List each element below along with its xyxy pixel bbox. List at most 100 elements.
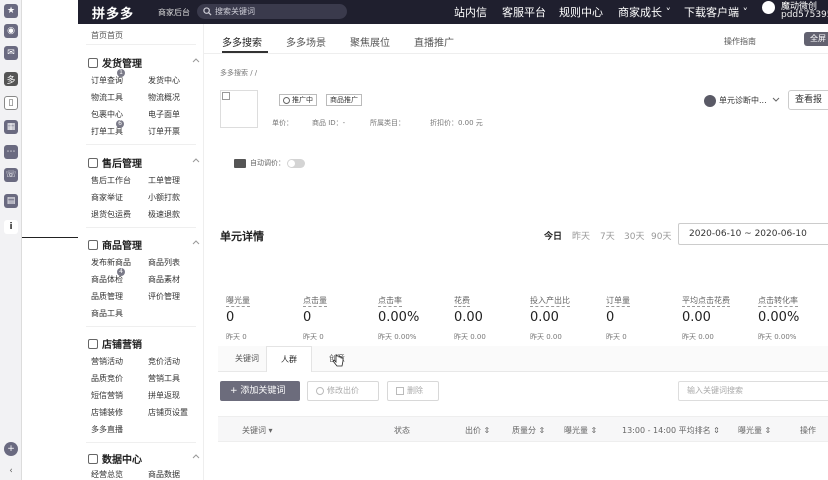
sidebar-item-review-management[interactable]: 评价管理 <box>148 291 180 302</box>
tab-duoduo-search[interactable]: 多多搜索 <box>222 34 262 49</box>
sidebar-item-after-sales-desk[interactable]: 售后工作台 <box>91 175 131 186</box>
nav-messages[interactable]: 站内信 <box>454 4 487 20</box>
section-title: 发货管理 <box>102 59 142 70</box>
delete-button[interactable]: 删除 <box>387 381 439 401</box>
sidebar-section-products[interactable]: 商品管理 <box>88 237 200 252</box>
phone-icon[interactable]: ☏ <box>4 168 18 182</box>
help-guide-link[interactable]: 操作指南 <box>724 36 756 47</box>
range-7-days[interactable]: 7天 <box>600 229 615 242</box>
sidebar-item-logistics-overview[interactable]: 物流概况 <box>148 92 180 103</box>
range-90-days[interactable]: 90天 <box>651 229 671 242</box>
sidebar-item-product-checkup[interactable]: 商品体检 <box>91 274 123 285</box>
sidebar-item-product-data[interactable]: 商品数据 <box>148 469 180 480</box>
sidebar-item-cashback[interactable]: 拼单返现 <box>148 390 180 401</box>
sidebar-item-e-waybill[interactable]: 电子面单 <box>148 109 180 120</box>
badge: 6 <box>116 120 124 128</box>
info-icon[interactable]: i <box>4 220 18 234</box>
subtab-keywords[interactable]: 关键词 <box>222 346 272 372</box>
tab-duoduo-scene[interactable]: 多多场景 <box>286 34 326 49</box>
auto-bid-toggle[interactable] <box>287 159 305 168</box>
metric-previous: 昨天 0.00 <box>454 333 486 341</box>
section-title: 商品管理 <box>102 241 142 252</box>
sidebar-item-sms-marketing[interactable]: 短信营销 <box>91 390 123 401</box>
sidebar-item-small-payment[interactable]: 小额打款 <box>148 192 180 203</box>
column-header[interactable]: 13:00 - 14:00 平均排名 ⇕ <box>622 425 720 436</box>
date-range-picker[interactable]: 2020-06-10 ~ 2020-06-10 <box>678 223 828 245</box>
sidebar-item-new-product[interactable]: 发布新商品 <box>91 257 131 268</box>
metric-previous: 昨天 0 <box>303 333 324 341</box>
subtab-crowd[interactable]: 人群 <box>266 346 312 372</box>
eye-icon[interactable]: ◉ <box>4 24 18 38</box>
sidebar-section-after-sales[interactable]: 售后管理 <box>88 155 200 170</box>
sidebar: 首页首页 发货管理 订单查询 1 发货中心 物流工具 物流概况 包裹中心 电子面… <box>78 24 204 480</box>
nav-download-client[interactable]: 下载客户端 ˅ <box>684 4 748 20</box>
sidebar-item-bidding-events[interactable]: 竞价活动 <box>148 356 180 367</box>
app-icon[interactable]: 多 <box>4 72 18 86</box>
badge: 4 <box>117 268 125 276</box>
document-icon[interactable]: ▯ <box>4 96 18 110</box>
keyword-search-input[interactable]: 输入关键词搜索 <box>678 381 828 401</box>
auto-bid-label: 自动调价： <box>250 159 285 167</box>
sidebar-item-product-list[interactable]: 商品列表 <box>148 257 180 268</box>
sidebar-item-logistics-tools[interactable]: 物流工具 <box>91 92 123 103</box>
metric-value: 0.00 <box>454 310 483 325</box>
badge: 1 <box>117 69 125 77</box>
sidebar-item-store-page-settings[interactable]: 店铺页设置 <box>148 407 188 418</box>
select-checkbox[interactable] <box>222 92 230 100</box>
sidebar-item-product-assets[interactable]: 商品素材 <box>148 274 180 285</box>
sidebar-item-return-shipping[interactable]: 退货包运费 <box>91 209 131 220</box>
column-header[interactable]: 曝光量 ⇕ <box>564 425 597 436</box>
sidebar-section-shipping[interactable]: 发货管理 <box>88 55 200 70</box>
sidebar-item-live-stream[interactable]: 多多直播 <box>91 424 123 435</box>
nav-customer-service[interactable]: 客服平台 <box>502 4 546 20</box>
link-icon[interactable]: ⋯ <box>4 145 18 159</box>
chevron-up-icon <box>192 239 200 245</box>
toggle-knob <box>288 160 295 167</box>
sidebar-item-product-tools[interactable]: 商品工具 <box>91 308 123 319</box>
sidebar-home[interactable]: 首页首页 <box>91 30 123 41</box>
range-yesterday[interactable]: 昨天 <box>572 229 590 242</box>
hand-cursor-icon <box>332 354 344 368</box>
top-search-input[interactable]: 搜索关键词 <box>197 4 347 19</box>
grid-icon[interactable]: ▤ <box>4 194 18 208</box>
sidebar-item-merchant-evidence[interactable]: 商家举证 <box>91 192 123 203</box>
avatar[interactable] <box>762 1 775 14</box>
sidebar-section-data-center[interactable]: 数据中心 <box>88 451 200 466</box>
tab-live-promotion[interactable]: 直播推广 <box>414 34 454 49</box>
column-header[interactable]: 出价 ⇕ <box>465 425 490 436</box>
sidebar-item-fast-refund[interactable]: 极速退款 <box>148 209 180 220</box>
star-icon[interactable]: ★ <box>4 4 18 18</box>
add-icon[interactable]: + <box>4 442 18 456</box>
unit-diagnosis[interactable]: 单元诊断中... <box>719 95 767 106</box>
chevron-down-icon[interactable] <box>772 97 780 103</box>
divider <box>86 326 196 327</box>
column-header[interactable]: 质量分 ⇕ <box>512 425 545 436</box>
sidebar-item-quality-bidding[interactable]: 品质竞价 <box>91 373 123 384</box>
nav-rules-center[interactable]: 规则中心 <box>559 4 603 20</box>
nav-merchant-growth[interactable]: 商家成长 ˅ <box>618 4 671 20</box>
sidebar-item-package-center[interactable]: 包裹中心 <box>91 109 123 120</box>
sidebar-item-shipping-center[interactable]: 发货中心 <box>148 75 180 86</box>
sidebar-item-quality-management[interactable]: 品质管理 <box>91 291 123 302</box>
sidebar-item-store-decoration[interactable]: 店铺装修 <box>91 407 123 418</box>
toolbox-icon[interactable]: ▦ <box>4 120 18 134</box>
edit-bid-label: 修改出价 <box>327 386 359 395</box>
edit-bid-button[interactable]: 修改出价 <box>307 381 379 401</box>
sidebar-item-order-query[interactable]: 订单查询 <box>91 75 123 86</box>
range-today[interactable]: 今日 <box>544 229 562 242</box>
column-header[interactable]: 关键词 ▾ <box>242 425 273 436</box>
sidebar-item-business-overview[interactable]: 经营总览 <box>91 469 123 480</box>
add-keyword-button[interactable]: + 添加关键词 <box>220 381 300 401</box>
sidebar-item-order-invoice[interactable]: 订单开票 <box>148 126 180 137</box>
sidebar-item-ticket-management[interactable]: 工单管理 <box>148 175 180 186</box>
view-report-button[interactable]: 查看报 <box>788 90 828 110</box>
column-header[interactable]: 曝光量 ⇕ <box>738 425 771 436</box>
sidebar-item-marketing-tools[interactable]: 营销工具 <box>148 373 180 384</box>
range-30-days[interactable]: 30天 <box>624 229 644 242</box>
collapse-icon[interactable]: ‹ <box>4 464 18 478</box>
fullscreen-button[interactable]: 全屏 <box>804 32 828 46</box>
sidebar-section-marketing[interactable]: 店铺营销 <box>88 336 142 351</box>
tab-focus-booth[interactable]: 聚焦展位 <box>350 34 390 49</box>
mail-icon[interactable]: ✉ <box>4 46 18 60</box>
sidebar-item-marketing-events[interactable]: 营销活动 <box>91 356 123 367</box>
